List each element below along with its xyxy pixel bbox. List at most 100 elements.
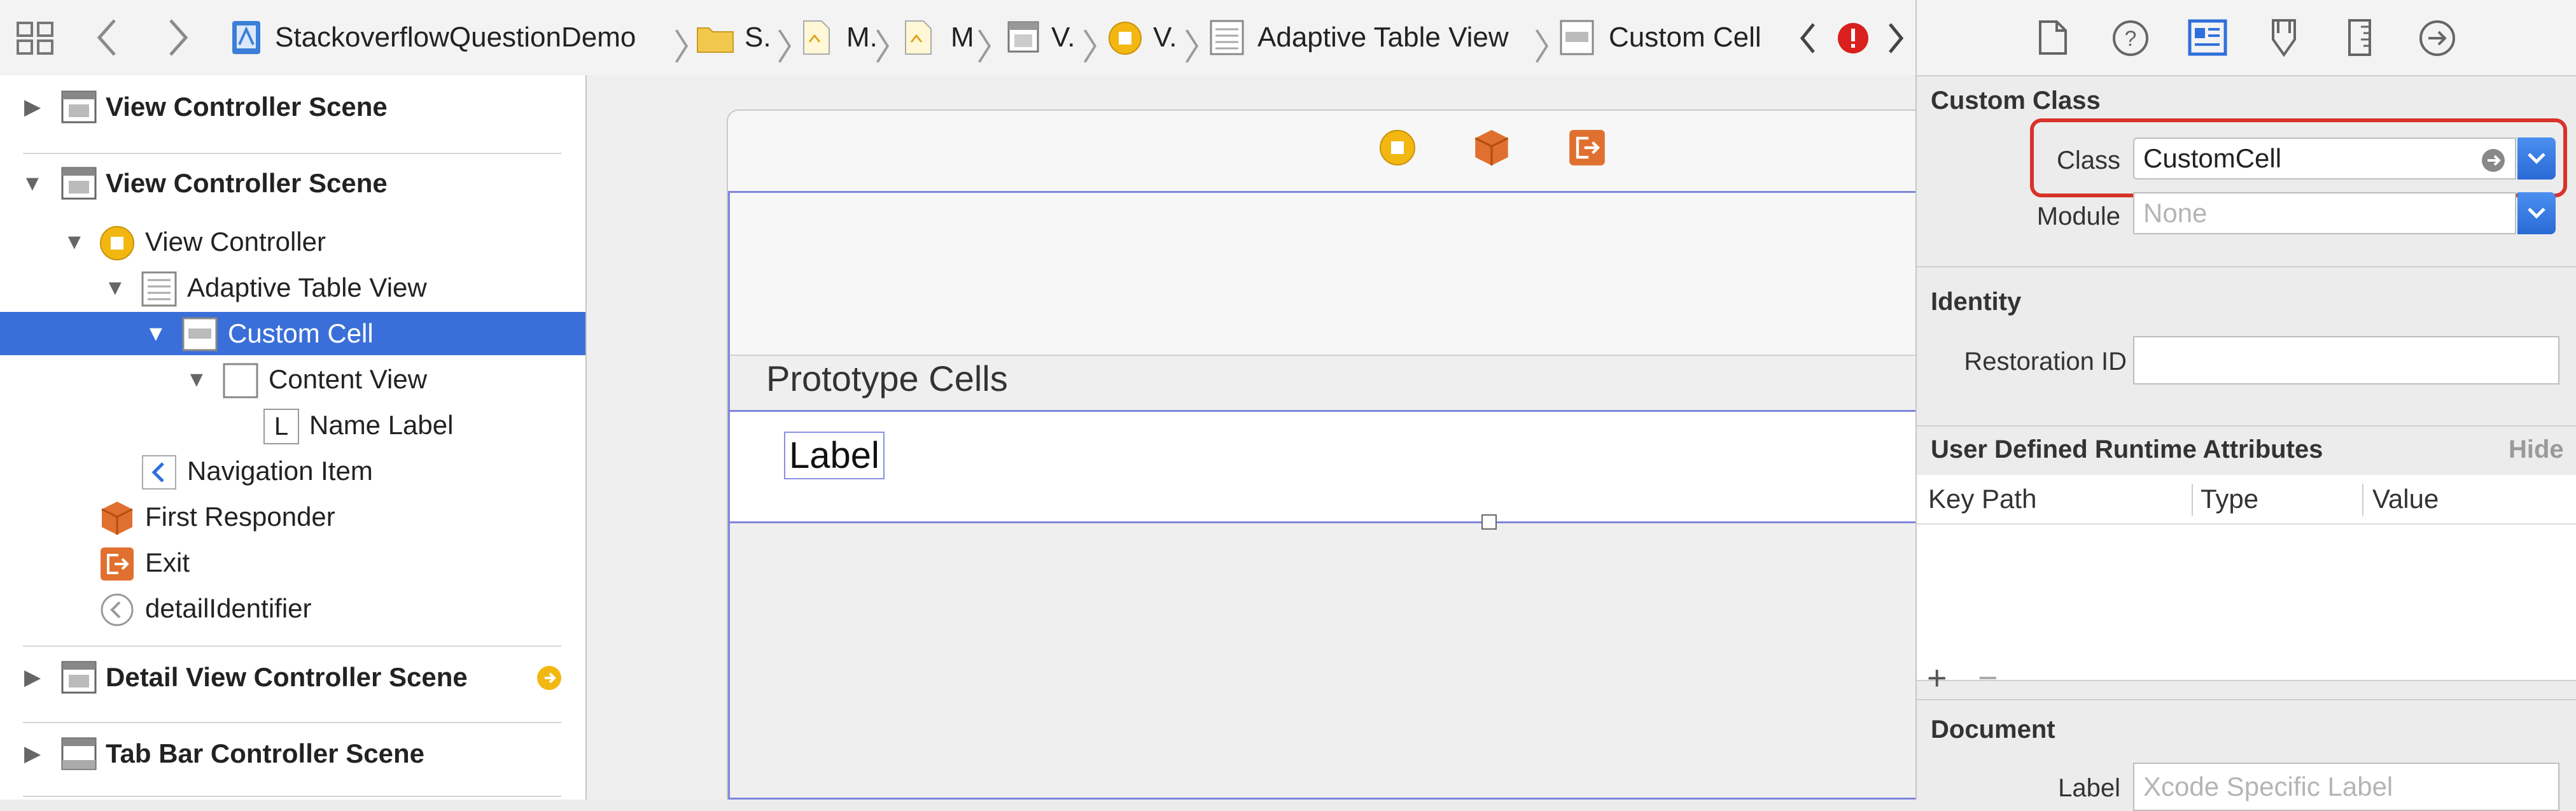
outline-row-navigation-item[interactable]: Navigation Item xyxy=(0,448,585,494)
module-field[interactable]: None xyxy=(2133,192,2516,234)
connections-inspector-tab-icon[interactable] xyxy=(2418,19,2456,60)
divider xyxy=(1917,425,2576,427)
divider xyxy=(1917,266,2576,267)
disclosure-right-icon[interactable]: ▶ xyxy=(24,741,41,766)
forward-arrow-icon[interactable] xyxy=(167,15,190,63)
column-header-value[interactable]: Value xyxy=(2372,484,2439,514)
issue-back-arrow-icon[interactable] xyxy=(1798,19,1817,60)
outline-label: Exit xyxy=(145,547,190,577)
chevron-down-icon xyxy=(2528,208,2545,219)
document-label-label: Label xyxy=(2058,774,2120,802)
dock-first-responder-icon[interactable] xyxy=(1473,129,1511,170)
outline-label: View Controller Scene xyxy=(106,168,388,198)
outline-row-tab-bar-scene[interactable]: ▶ Tab Bar Controller Scene xyxy=(0,724,585,783)
breadcrumb-folder[interactable]: S. xyxy=(745,0,771,75)
error-icon[interactable] xyxy=(1837,22,1870,58)
navigation-item-icon xyxy=(141,455,177,490)
breadcrumb-project[interactable]: StackoverflowQuestionDemo xyxy=(275,0,636,75)
exit-icon xyxy=(99,546,135,582)
size-inspector-tab-icon[interactable] xyxy=(2347,18,2372,60)
back-arrow-icon[interactable] xyxy=(95,15,118,63)
section-title-custom-class: Custom Class xyxy=(1931,87,2101,115)
outline-row-content-view[interactable]: ▼ Content View xyxy=(0,356,585,402)
module-dropdown-button[interactable] xyxy=(2517,192,2556,234)
hide-button[interactable]: Hide xyxy=(2509,435,2564,464)
outline-row-view-controller-scene-1[interactable]: ▶ View Controller Scene xyxy=(0,76,585,138)
disclosure-right-icon[interactable]: ▶ xyxy=(24,665,41,690)
breadcrumb-table-view[interactable]: Adaptive Table View xyxy=(1257,0,1509,75)
help-tab-icon[interactable]: ? xyxy=(2111,19,2150,60)
storyboard-canvas[interactable]: Prototype Cells Label xyxy=(587,75,1915,800)
file-inspector-tab-icon[interactable] xyxy=(2038,19,2068,59)
first-responder-icon xyxy=(99,500,135,536)
cell-resize-handle[interactable] xyxy=(1481,514,1497,530)
disclosure-down-icon[interactable]: ▼ xyxy=(145,321,167,346)
disclosure-down-icon[interactable]: ▼ xyxy=(104,276,126,300)
content-view-icon xyxy=(223,363,258,398)
outline-row-detail-scene[interactable]: ▶ Detail View Controller Scene xyxy=(0,648,585,707)
disclosure-down-icon[interactable]: ▼ xyxy=(22,171,43,196)
prototype-cells-header: Prototype Cells xyxy=(766,358,1008,398)
disclosure-down-icon[interactable]: ▼ xyxy=(64,230,85,255)
column-header-key-path[interactable]: Key Path xyxy=(1928,484,2036,514)
module-label: Module xyxy=(2036,202,2120,230)
outline-row-detail-identifier[interactable]: detailIdentifier xyxy=(0,586,585,631)
outline-row-exit[interactable]: Exit xyxy=(0,540,585,586)
breadcrumb-custom-cell[interactable]: Custom Cell xyxy=(1609,0,1761,75)
prototype-cell[interactable] xyxy=(728,410,1915,523)
outline-row-first-responder[interactable]: First Responder xyxy=(0,494,585,540)
outline-label: Detail View Controller Scene xyxy=(106,662,468,692)
section-title-runtime-attributes: User Defined Runtime Attributes xyxy=(1931,435,2323,463)
module-field-placeholder: None xyxy=(2143,198,2208,228)
document-outline: ▶ View Controller Scene ▼ View Controlle… xyxy=(0,75,587,800)
outline-label: Tab Bar Controller Scene xyxy=(106,738,425,768)
inspector-tabbar xyxy=(1917,0,2576,76)
outline-row-name-label[interactable]: L Name Label xyxy=(0,402,585,448)
outline-label: Custom Cell xyxy=(228,318,374,348)
document-label-placeholder: Xcode Specific Label xyxy=(2143,772,2393,801)
cell-name-label[interactable]: Label xyxy=(784,432,885,479)
table-view-icon xyxy=(141,271,177,307)
identity-inspector-tab-icon[interactable] xyxy=(2188,19,2227,59)
segue-icon xyxy=(99,592,135,628)
breadcrumb-m2[interactable]: M xyxy=(951,0,974,75)
table-cell-icon xyxy=(1559,19,1595,59)
view-controller-icon xyxy=(1107,20,1143,59)
outline-row-view-controller-scene-2[interactable]: ▼ View Controller Scene xyxy=(0,154,585,213)
issue-forward-arrow-icon[interactable] xyxy=(1886,19,1905,60)
tab-bar-scene-icon xyxy=(61,737,97,770)
divider xyxy=(23,722,561,723)
disclosure-down-icon[interactable]: ▼ xyxy=(186,367,207,392)
file-m-icon xyxy=(802,19,831,59)
scene-icon xyxy=(61,90,97,123)
breadcrumb-v1[interactable]: V. xyxy=(1051,0,1075,75)
divider xyxy=(23,796,561,797)
warning-arrow-icon[interactable] xyxy=(536,665,563,691)
section-title-document: Document xyxy=(1931,716,2055,744)
outline-label: View Controller xyxy=(145,227,326,257)
outline-row-adaptive-table-view[interactable]: ▼ Adaptive Table View xyxy=(0,265,585,311)
disclosure-right-icon[interactable]: ▶ xyxy=(24,94,41,120)
outline-row-view-controller[interactable]: ▼ View Controller xyxy=(0,219,585,265)
add-attribute-button[interactable]: + xyxy=(1927,658,1947,698)
dock-exit-icon[interactable] xyxy=(1568,129,1606,170)
file-m2-icon xyxy=(904,19,933,59)
view-controller-icon xyxy=(99,225,135,261)
column-divider xyxy=(2192,484,2193,516)
document-label-field[interactable]: Xcode Specific Label xyxy=(2133,763,2559,811)
folder-icon xyxy=(696,23,734,57)
column-header-type[interactable]: Type xyxy=(2201,484,2258,514)
breadcrumb-m1[interactable]: M. xyxy=(846,0,878,75)
scene-icon xyxy=(61,167,97,200)
related-items-grid-icon[interactable] xyxy=(17,22,55,56)
restoration-id-field[interactable] xyxy=(2133,336,2559,384)
outline-row-custom-cell[interactable]: ▼ Custom Cell xyxy=(0,312,585,355)
label-glyph: L xyxy=(274,412,289,441)
attributes-inspector-tab-icon[interactable] xyxy=(2267,18,2301,60)
scene-icon xyxy=(1007,20,1040,57)
remove-attribute-button[interactable]: − xyxy=(1978,658,1998,698)
outline-label: First Responder xyxy=(145,502,335,532)
highlight-annotation-box xyxy=(2030,118,2567,197)
dock-view-controller-icon[interactable] xyxy=(1378,129,1417,170)
breadcrumb-v2[interactable]: V. xyxy=(1153,0,1177,75)
